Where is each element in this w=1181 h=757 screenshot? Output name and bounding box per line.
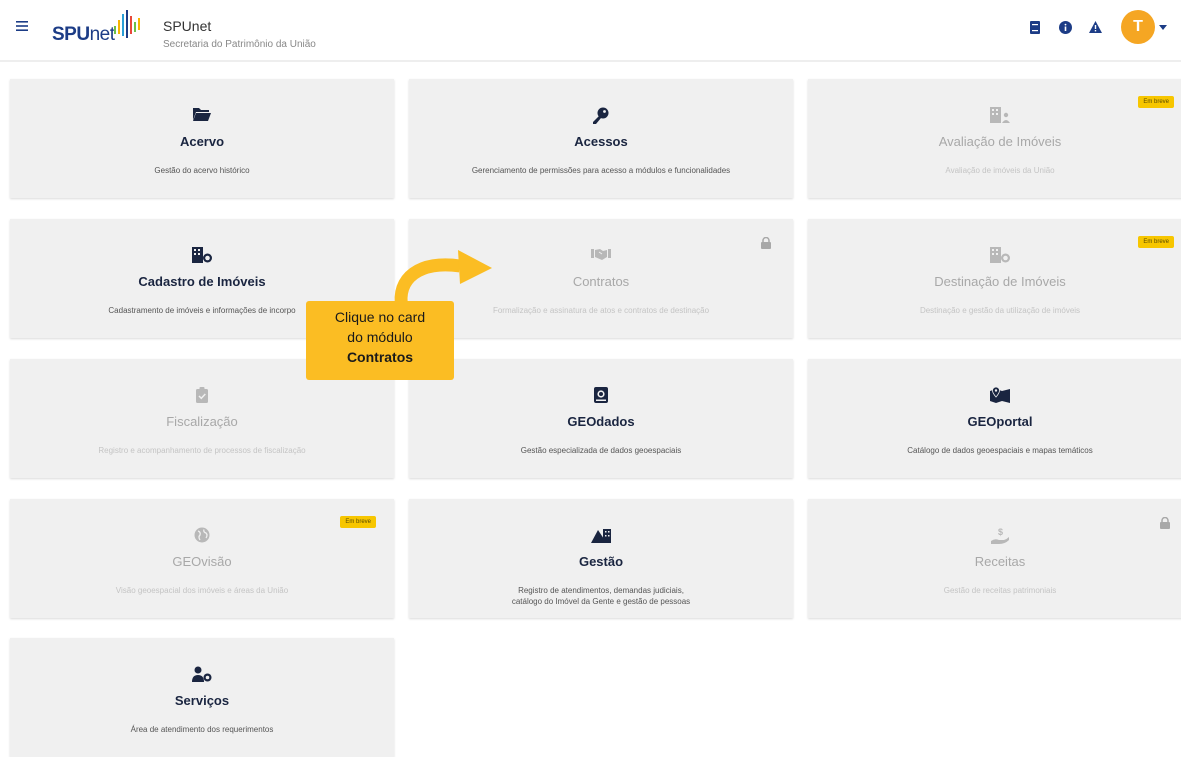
card-title: Acervo [179,134,225,149]
card-description: Avaliação de imóveis da União [945,166,1055,175]
book-icon[interactable] [1027,19,1043,35]
card-geodados[interactable]: GEOdados Gestão especializada de dados g… [409,359,793,478]
card-acessos[interactable]: Acessos Gerenciamento de permissões para… [409,79,793,198]
user-gear-icon [10,666,394,686]
callout-line: Clique no card [334,309,426,325]
top-bar: SPUnet SPUnet Secretaria do Patrimônio d… [0,0,1181,62]
card-gestao[interactable]: Gestão Registro de atendimentos, demanda… [409,499,793,618]
app-subtitle: Secretaria do Patrimônio da União [163,39,316,50]
tutorial-callout: Clique no card do módulo Contratos [306,301,454,380]
globe-icon [10,527,394,547]
card-title: Serviços [174,693,230,708]
card-description: Registro de atendimentos, demandas judic… [419,585,783,607]
card-title: Acessos [574,134,628,149]
svg-text:$: $ [998,527,1003,537]
card-description: Gestão especializada de dados geoespacia… [520,446,682,455]
card-description: Gestão de receitas patrimoniais [943,586,1057,595]
database-icon [409,387,793,407]
card-description: Catálogo de dados geoespaciais e mapas t… [907,446,1093,455]
card-title: GEOvisão [172,554,232,569]
info-icon[interactable] [1057,19,1073,35]
spunet-logo[interactable]: SPUnet [52,8,152,48]
callout-highlight: Contratos [346,349,414,365]
curved-arrow-icon [394,250,492,310]
card-title: Avaliação de Imóveis [938,134,1062,149]
header-actions: T [1013,9,1167,45]
warning-icon[interactable] [1087,19,1103,35]
key-icon [409,107,793,127]
building-check-icon [10,247,394,267]
chevron-down-icon[interactable] [1159,24,1167,30]
card-title: Receitas [974,554,1026,569]
building-user-icon [808,107,1181,127]
card-geovisao[interactable]: Em breve GEOvisão Visão geoespacial dos … [10,499,394,618]
app-title: SPUnet [163,18,212,34]
avatar[interactable]: T [1121,10,1155,44]
mountain-building-icon [409,527,793,547]
hand-coin-icon: $ [808,527,1181,547]
card-title: Destinação de Imóveis [934,274,1066,289]
card-receitas[interactable]: $ Receitas Gestão de receitas patrimonia… [808,499,1181,618]
card-destinacao-de-imoveis[interactable]: Em breve Destinação de Imóveis Destinaçã… [808,219,1181,338]
card-description: Destinação e gestão da utilização de imó… [919,306,1081,315]
callout-line: Contratos [306,347,454,367]
building-check-icon [808,247,1181,267]
card-avaliacao-de-imoveis[interactable]: Em breve Avaliação de Imóveis Avaliação … [808,79,1181,198]
folder-icon [10,107,394,127]
card-title: GEOportal [967,414,1033,429]
card-geoportal[interactable]: GEOportal Catálogo de dados geoespaciais… [808,359,1181,478]
menu-icon[interactable] [16,20,30,34]
card-description-line: Registro de atendimentos, demandas judic… [518,586,684,595]
card-description-line: catálogo do Imóvel da Gente e gestão de … [511,597,691,606]
card-title: GEOdados [567,414,635,429]
card-title: Gestão [578,554,624,569]
card-title: Fiscalização [166,414,238,429]
card-description: Gerenciamento de permissões para acesso … [471,166,731,175]
card-servicos[interactable]: Serviços Área de atendimento dos requeri… [10,638,394,757]
map-pin-icon [808,387,1181,407]
card-description: Visão geoespacial dos imóveis e áreas da… [115,586,289,595]
card-description: Gestão do acervo histórico [154,166,250,175]
card-description: Registro e acompanhamento de processos d… [98,446,306,455]
callout-line: do módulo [347,329,413,345]
clipboard-check-icon [10,387,394,407]
card-description: Área de atendimento dos requerimentos [130,725,274,734]
card-title: Cadastro de Imóveis [138,274,266,289]
card-acervo[interactable]: Acervo Gestão do acervo histórico [10,79,394,198]
